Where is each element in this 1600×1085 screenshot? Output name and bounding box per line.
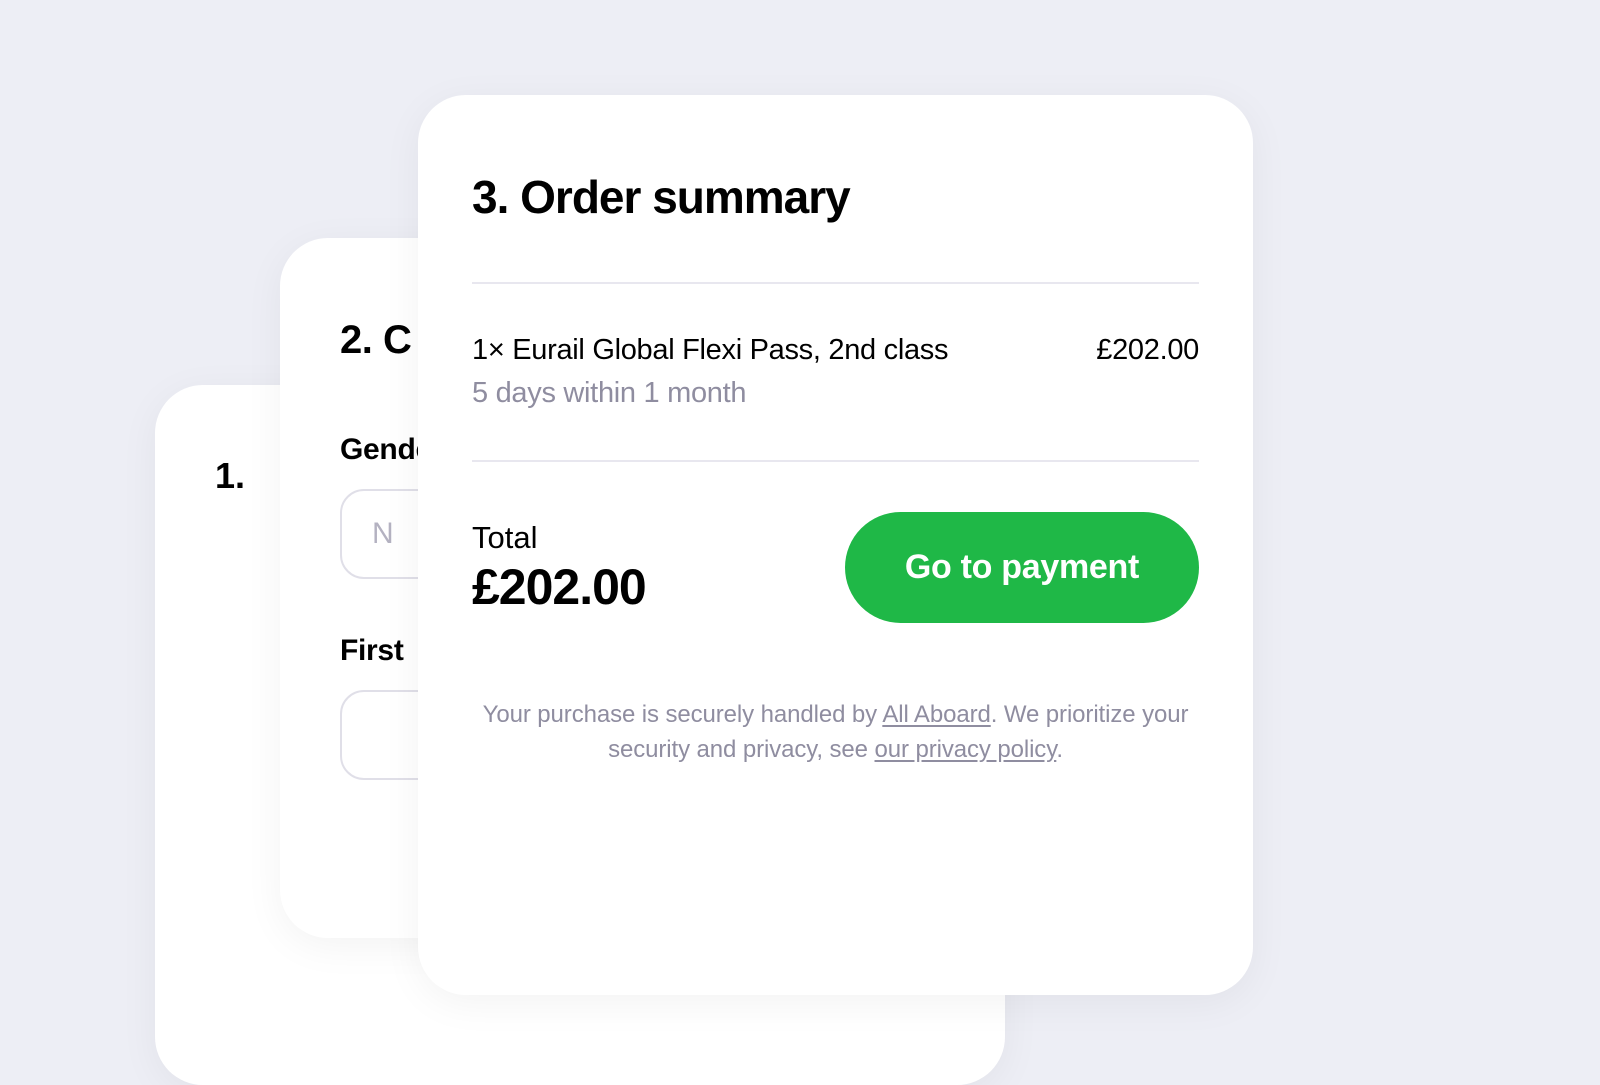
total-label: Total: [472, 520, 646, 556]
go-to-payment-button[interactable]: Go to payment: [845, 512, 1199, 623]
order-summary-card: 3. Order summary 1× Eurail Global Flexi …: [418, 95, 1253, 995]
line-item: 1× Eurail Global Flexi Pass, 2nd class 5…: [472, 334, 1199, 410]
order-summary-title: 3. Order summary: [472, 170, 1199, 224]
total-row: Total £202.00 Go to payment: [472, 512, 1199, 623]
line-item-subtitle: 5 days within 1 month: [472, 377, 1076, 410]
divider: [472, 460, 1199, 462]
privacy-policy-link[interactable]: our privacy policy: [875, 736, 1057, 763]
all-aboard-link[interactable]: All Aboard: [882, 701, 990, 728]
line-item-title: 1× Eurail Global Flexi Pass, 2nd class: [472, 334, 1076, 367]
line-items: 1× Eurail Global Flexi Pass, 2nd class 5…: [472, 334, 1199, 410]
line-item-price: £202.00: [1096, 334, 1199, 367]
divider: [472, 282, 1199, 284]
total-details: Total £202.00: [472, 520, 646, 616]
footer-text-prefix: Your purchase is securely handled by: [483, 701, 883, 728]
security-footer: Your purchase is securely handled by All…: [472, 698, 1199, 768]
footer-text-suffix: .: [1056, 736, 1063, 763]
total-amount: £202.00: [472, 558, 646, 616]
line-item-details: 1× Eurail Global Flexi Pass, 2nd class 5…: [472, 334, 1076, 410]
